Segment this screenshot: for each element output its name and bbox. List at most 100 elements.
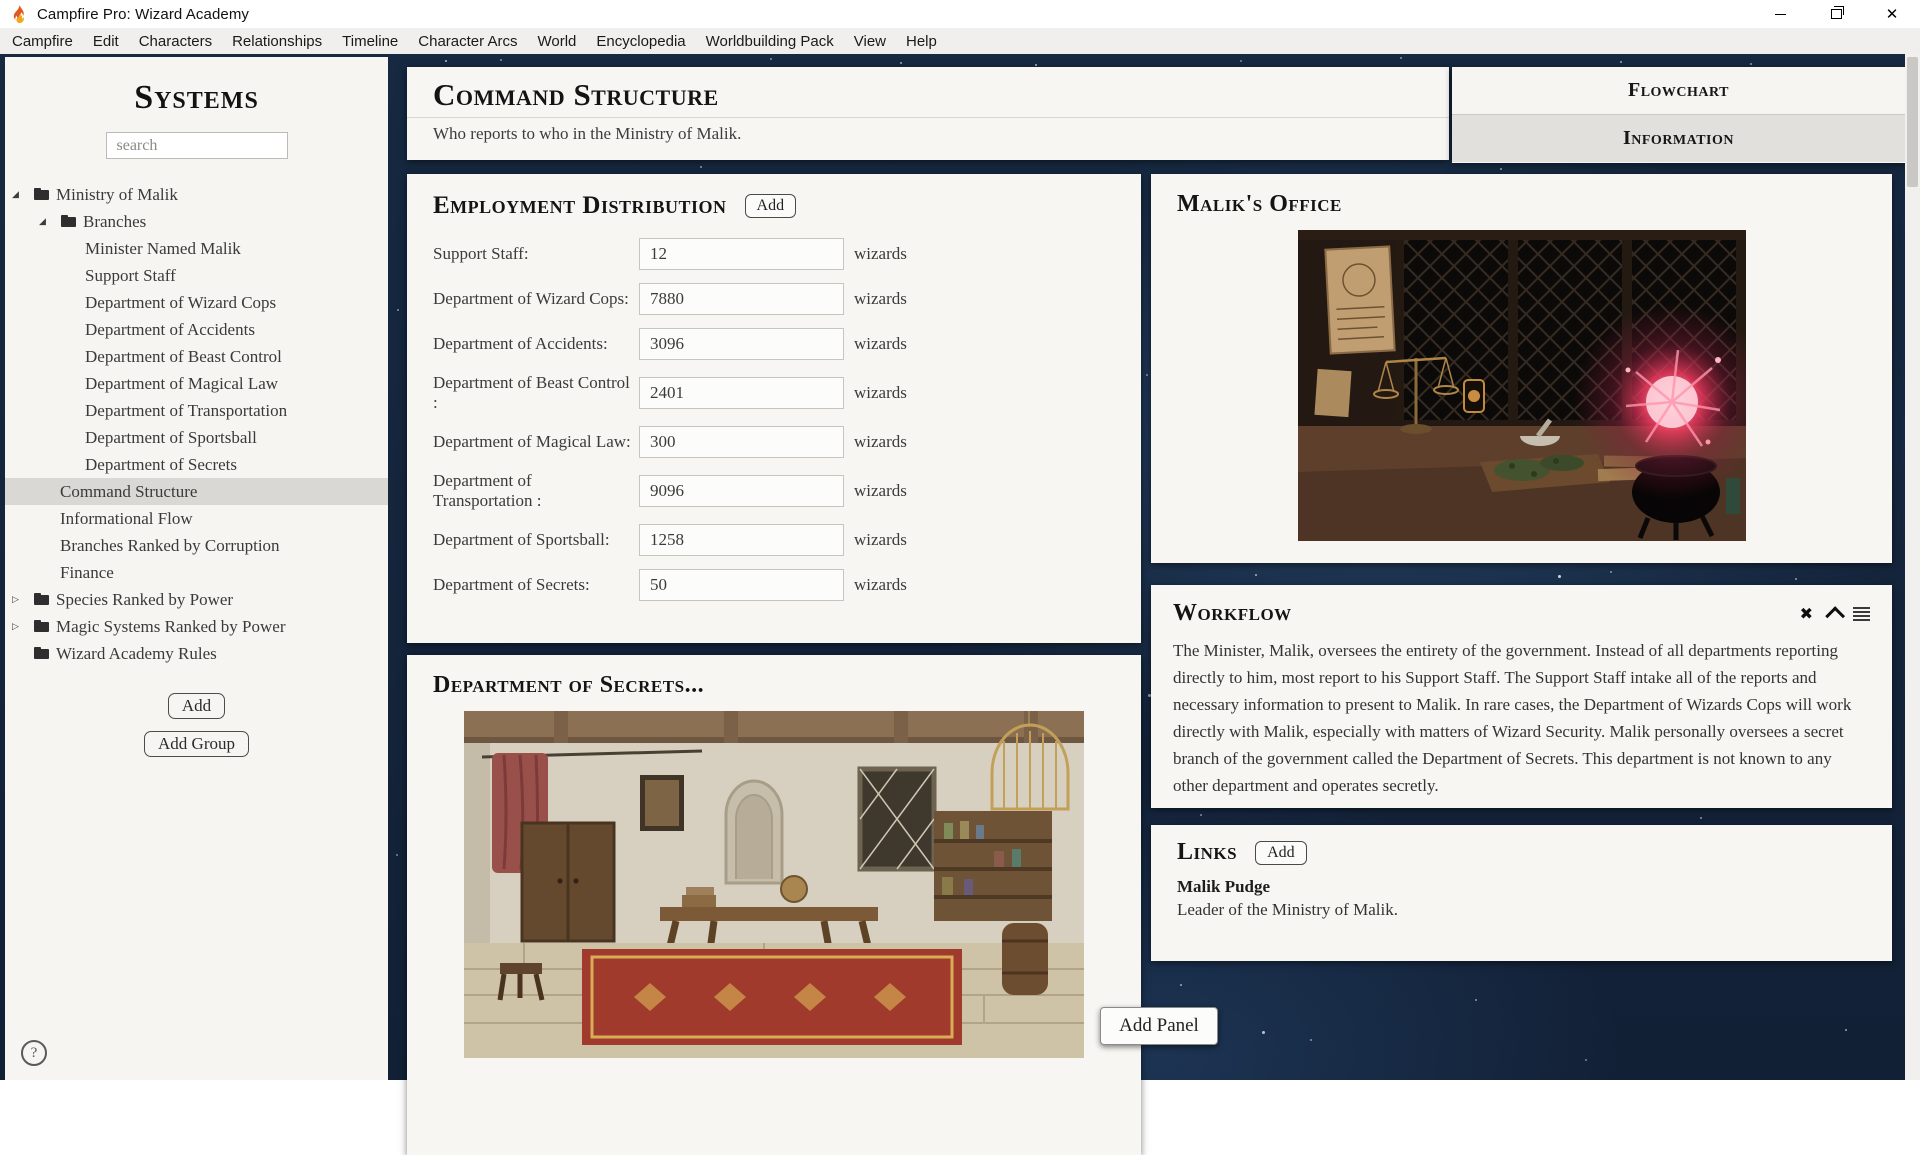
tree-item[interactable]: Informational Flow (5, 505, 388, 532)
employment-field-label: Department of Wizard Cops: (433, 289, 639, 309)
employment-value-input[interactable] (639, 283, 844, 315)
employment-field-label: Support Staff: (433, 244, 639, 264)
tree-item[interactable]: Department of Secrets (5, 451, 388, 478)
tree-item[interactable]: Minister Named Malik (5, 235, 388, 262)
maximize-button[interactable] (1808, 0, 1864, 28)
tree-item[interactable]: ◢ Ministry of Malik (5, 181, 388, 208)
workflow-panel-title: Workflow (1173, 600, 1292, 627)
main-scrollbar[interactable] (1905, 54, 1920, 1080)
tree-item[interactable]: Finance (5, 559, 388, 586)
tree-item-label: Finance (58, 563, 114, 583)
menu-item[interactable]: Campfire (2, 28, 83, 54)
maliks-office-image (1298, 230, 1746, 541)
employment-value-input[interactable] (639, 569, 844, 601)
menu-item[interactable]: Character Arcs (408, 28, 527, 54)
employment-unit-label: wizards (854, 530, 907, 550)
tree-item[interactable]: Department of Accidents (5, 316, 388, 343)
close-icon: ✕ (1886, 7, 1899, 22)
employment-row: Department of Beast Control : wizards (433, 373, 1115, 413)
secrets-panel: Department of Secrets... (407, 655, 1141, 1155)
menu-item[interactable]: View (844, 28, 896, 54)
add-panel-button[interactable]: Add Panel (1100, 1007, 1218, 1045)
employment-value-input[interactable] (639, 238, 844, 270)
tab-information[interactable]: Information (1452, 114, 1905, 162)
tree-item[interactable]: Department of Wizard Cops (5, 289, 388, 316)
tree-item[interactable]: Command Structure (5, 478, 388, 505)
page-header-panel: Command Structure Who reports to who in … (407, 67, 1449, 160)
employment-row: Support Staff: wizards (433, 238, 1115, 270)
tree-item[interactable]: ▷ Magic Systems Ranked by Power (5, 613, 388, 640)
employment-field-label: Department of Accidents: (433, 334, 639, 354)
panel-collapse-icon[interactable] (1825, 606, 1845, 626)
employment-value-input[interactable] (639, 475, 844, 507)
menu-item[interactable]: Help (896, 28, 947, 54)
page-subtitle: Who reports to who in the Ministry of Ma… (407, 118, 1449, 150)
tree-expand-icon[interactable]: ▷ (12, 594, 34, 605)
tree-item[interactable]: ◢ Branches (5, 208, 388, 235)
menu-item[interactable]: Worldbuilding Pack (696, 28, 844, 54)
minimize-button[interactable] (1752, 0, 1808, 28)
add-button[interactable]: Add (168, 693, 225, 719)
employment-unit-label: wizards (854, 334, 907, 354)
panel-close-icon[interactable]: ✖ (1800, 606, 1813, 622)
employment-row: Department of Transportation : wizards (433, 471, 1115, 511)
secrets-image (464, 711, 1084, 1058)
tree-item-label: Minister Named Malik (83, 239, 241, 259)
tree-item[interactable]: Department of Magical Law (5, 370, 388, 397)
search-input[interactable] (106, 132, 288, 159)
links-add-button[interactable]: Add (1255, 841, 1307, 865)
systems-tree: ◢ Ministry of Malik ◢ Branches Minister … (5, 181, 388, 667)
employment-value-input[interactable] (639, 426, 844, 458)
employment-unit-label: wizards (854, 383, 907, 403)
folder-icon (34, 647, 54, 660)
employment-row: Department of Sportsball: wizards (433, 524, 1115, 556)
menu-item[interactable]: Edit (83, 28, 129, 54)
tab-flowchart[interactable]: Flowchart (1452, 67, 1905, 114)
tree-expand-icon[interactable]: ◢ (12, 189, 34, 200)
employment-distribution-panel: Employment Distribution Add Support Staf… (407, 174, 1141, 643)
maliks-office-panel: Malik's Office (1151, 174, 1892, 563)
office-panel-title: Malik's Office (1177, 191, 1342, 217)
menu-item[interactable]: Characters (129, 28, 222, 54)
add-group-button[interactable]: Add Group (144, 731, 249, 757)
tree-item[interactable]: Wizard Academy Rules (5, 640, 388, 667)
menu-item[interactable]: Encyclopedia (586, 28, 695, 54)
menu-item[interactable]: World (527, 28, 586, 54)
tree-expand-icon[interactable]: ◢ (39, 216, 61, 227)
employment-field-label: Department of Beast Control : (433, 373, 639, 413)
employment-unit-label: wizards (854, 432, 907, 452)
window-controls: ✕ (1752, 0, 1920, 28)
scrollbar-thumb[interactable] (1907, 57, 1918, 187)
menu-item[interactable]: Relationships (222, 28, 332, 54)
employment-add-button[interactable]: Add (745, 194, 797, 218)
tree-item-label: Department of Secrets (83, 455, 237, 475)
employment-value-input[interactable] (639, 524, 844, 556)
employment-rows: Support Staff: wizards Department of Wiz… (407, 234, 1141, 605)
tree-item[interactable]: Department of Beast Control (5, 343, 388, 370)
tree-expand-icon[interactable]: ▷ (12, 621, 34, 632)
tree-item-label: Branches Ranked by Corruption (58, 536, 280, 556)
title-bar: Campfire Pro: Wizard Academy ✕ (0, 0, 1920, 28)
tree-item[interactable]: ▷ Species Ranked by Power (5, 586, 388, 613)
employment-unit-label: wizards (854, 244, 907, 264)
link-item[interactable]: Malik Pudge Leader of the Ministry of Ma… (1151, 874, 1892, 923)
employment-field-label: Department of Secrets: (433, 575, 639, 595)
close-button[interactable]: ✕ (1864, 0, 1920, 28)
help-button[interactable]: ? (21, 1040, 47, 1066)
link-description: Leader of the Ministry of Malik. (1151, 897, 1892, 923)
menu-bar: CampfireEditCharactersRelationshipsTimel… (0, 28, 1920, 54)
secrets-panel-title: Department of Secrets... (433, 672, 704, 698)
employment-value-input[interactable] (639, 377, 844, 409)
tree-item[interactable]: Department of Sportsball (5, 424, 388, 451)
page-subtitle-wrap: Who reports to who in the Ministry of Ma… (407, 117, 1449, 150)
employment-value-input[interactable] (639, 328, 844, 360)
tree-item[interactable]: Support Staff (5, 262, 388, 289)
links-panel: Links Add Malik Pudge Leader of the Mini… (1151, 825, 1892, 961)
tree-item[interactable]: Department of Transportation (5, 397, 388, 424)
page-title: Command Structure (407, 67, 1449, 117)
tree-item[interactable]: Branches Ranked by Corruption (5, 532, 388, 559)
sidebar-title: Systems (5, 79, 388, 117)
menu-item[interactable]: Timeline (332, 28, 408, 54)
employment-unit-label: wizards (854, 289, 907, 309)
panel-drag-handle-icon[interactable] (1853, 607, 1870, 621)
